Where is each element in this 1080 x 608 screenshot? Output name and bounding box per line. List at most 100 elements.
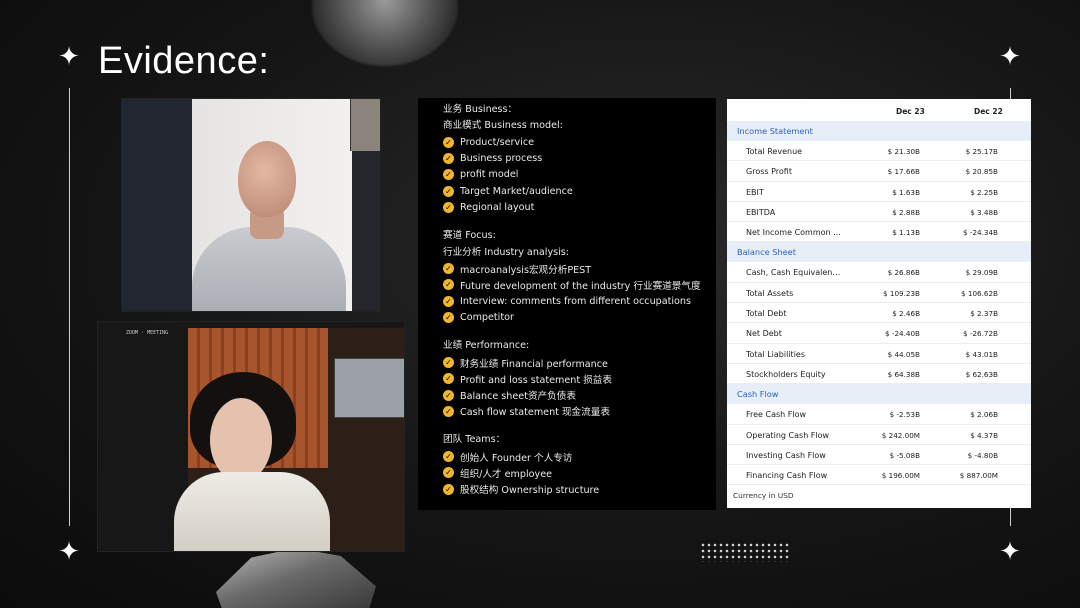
row-label: Net Income Common ... — [746, 228, 841, 238]
value-dec-22: $ 2.06B — [970, 410, 998, 420]
section-heading: 团队 Teams： — [443, 434, 506, 446]
row-label: Total Liabilities — [746, 349, 806, 359]
checklist-item: ✓ 财务业绩 Financial performance — [443, 355, 716, 371]
check-icon: ✓ — [443, 389, 454, 401]
section-performance: 业绩 Performance: ✓ 财务业绩 Financial performa… — [443, 338, 716, 419]
value-dec-23: $ -2.53B — [889, 410, 920, 420]
row-label: Net Debt — [746, 329, 782, 339]
item-label: 创始人 Founder 个人专访 — [460, 452, 573, 464]
background-door — [122, 99, 194, 311]
checklist-item: ✓ 组织/人才 employee — [443, 465, 716, 481]
section-focus: 赛道 Focus: 行业分析 Industry analysis: ✓ macro… — [443, 228, 716, 325]
checklist-item: ✓ 创始人 Founder 个人专访 — [443, 449, 716, 465]
check-icon: ✓ — [443, 263, 454, 275]
value-dec-23: $ 242.00M — [881, 430, 920, 440]
section-cash-flow[interactable]: Cash Flow — [727, 384, 1031, 405]
item-label: Balance sheet资产负债表 — [460, 391, 576, 403]
self-view-thumbnail — [350, 99, 380, 151]
value-dec-22: $ 3.48B — [970, 207, 998, 217]
value-dec-23: $ 1.63B — [892, 187, 920, 197]
slide-title: Evidence: — [98, 40, 270, 82]
sparkle-icon: ✦ — [58, 41, 80, 71]
item-label: profit model — [460, 169, 519, 181]
video-tile-participant-1 — [121, 98, 381, 312]
item-label: Profit and loss statement 损益表 — [460, 374, 612, 386]
check-icon: ✓ — [443, 405, 454, 417]
table-row: Stockholders Equity $ 64.38B $ 62.63B — [727, 364, 1031, 385]
value-dec-22: $ -24.34B — [963, 228, 998, 238]
table-row: Investing Cash Flow $ -5.08B $ -4.80B — [727, 445, 1031, 466]
value-dec-23: $ 44.05B — [887, 349, 920, 359]
value-dec-22: $ 43.01B — [965, 349, 998, 359]
item-label: Regional layout — [460, 201, 535, 213]
section-heading: 赛道 Focus: — [443, 230, 496, 242]
value-dec-23: $ 1.13B — [892, 228, 920, 238]
table-row: Free Cash Flow $ -2.53B $ 2.06B — [727, 404, 1031, 425]
table-row: Total Revenue $ 21.30B $ 25.17B — [727, 141, 1031, 162]
table-row: Operating Cash Flow $ 242.00M $ 4.37B — [727, 425, 1031, 445]
table-row: Financing Cash Flow $ 196.00M $ 887.00M — [727, 465, 1031, 486]
value-dec-23: $ 26.86B — [887, 268, 920, 278]
check-icon: ✓ — [443, 185, 454, 197]
value-dec-22: $ 62.63B — [965, 369, 998, 379]
value-dec-22: $ 29.09B — [965, 268, 998, 278]
balance-rows: Cash, Cash Equivalent... $ 26.86B $ 29.09B… — [727, 262, 1031, 385]
value-dec-22: $ -4.80B — [967, 450, 998, 460]
check-icon: ✓ — [443, 373, 454, 385]
check-icon: ✓ — [443, 279, 454, 291]
item-label: Product/service — [460, 136, 535, 148]
check-icon: ✓ — [443, 467, 454, 479]
table-row: EBIT $ 1.63B $ 2.25B — [727, 182, 1031, 202]
table-row: EBITDA $ 2.88B $ 3.48B — [727, 202, 1031, 223]
value-dec-22: $ 106.62B — [961, 288, 998, 298]
decorative-sphere — [312, 0, 458, 66]
section-income-statement[interactable]: Income Statement — [727, 121, 1031, 141]
checklist-item: ✓ 股权结构 Ownership structure — [443, 481, 716, 497]
check-icon: ✓ — [443, 153, 454, 165]
income-rows: Total Revenue $ 21.30B $ 25.17B Gross Profi… — [727, 141, 1031, 243]
checklist-item: ✓ Target Market/audience — [443, 183, 716, 199]
check-icon: ✓ — [443, 136, 454, 148]
value-dec-22: $ 887.00M — [959, 471, 998, 481]
value-dec-23: $ 2.88B — [892, 207, 920, 217]
row-label: Stockholders Equity — [746, 369, 826, 379]
participant-head — [238, 141, 296, 217]
row-label: Operating Cash Flow — [746, 430, 830, 440]
participant-face — [210, 398, 272, 482]
table-row: Total Debt $ 2.46B $ 2.37B — [727, 303, 1031, 324]
column-header-dec-23: Dec 23 — [896, 107, 925, 116]
section-subheading: 行业分析 Industry analysis: — [443, 246, 570, 258]
section-subheading: 商业模式 Business model: — [443, 120, 563, 132]
value-dec-23: $ 2.46B — [892, 309, 920, 319]
value-dec-23: $ 17.66B — [887, 167, 920, 177]
check-icon: ✓ — [443, 311, 454, 323]
row-label: Total Revenue — [746, 147, 803, 156]
row-label: Free Cash Flow — [746, 410, 807, 420]
item-label: Business process — [460, 153, 543, 165]
checklist-item: ✓ Balance sheet资产负债表 — [443, 387, 716, 403]
check-icon: ✓ — [443, 483, 454, 495]
item-label: macroanalysis宏观分析PEST — [460, 264, 592, 276]
row-label: Total Assets — [746, 288, 794, 298]
section-balance-sheet[interactable]: Balance Sheet — [727, 242, 1031, 263]
cashflow-rows: Free Cash Flow $ -2.53B $ 2.06B Operating C… — [727, 404, 1031, 486]
participant-coat — [174, 472, 330, 551]
decorative-rock — [216, 548, 376, 608]
item-label: Interview: comments from different occup… — [460, 295, 692, 307]
divider-left — [69, 88, 70, 526]
checklist-item: ✓ Profit and loss statement 损益表 — [443, 371, 716, 387]
table-row: Net Income Common ... $ 1.13B $ -24.34B — [727, 222, 1031, 243]
row-label: EBIT — [746, 187, 764, 197]
table-row: Total Liabilities $ 44.05B $ 43.01B — [727, 344, 1031, 364]
checklist-item: ✓ Regional layout — [443, 199, 716, 215]
item-label: 财务业绩 Financial performance — [460, 358, 608, 370]
sparkle-icon: ✦ — [58, 536, 80, 566]
value-dec-22: $ -26.72B — [963, 329, 998, 339]
checklist-item: ✓ Interview: comments from different occu… — [443, 293, 716, 309]
checklist-item: ✓ profit model — [443, 167, 716, 183]
item-label: Future development of the industry 行业赛道景… — [460, 280, 701, 292]
row-label: Investing Cash Flow — [746, 450, 826, 460]
item-label: 股权结构 Ownership structure — [460, 485, 600, 497]
checklist-item: ✓ macroanalysis宏观分析PEST — [443, 261, 716, 277]
row-label: Cash, Cash Equivalent... — [746, 268, 842, 278]
